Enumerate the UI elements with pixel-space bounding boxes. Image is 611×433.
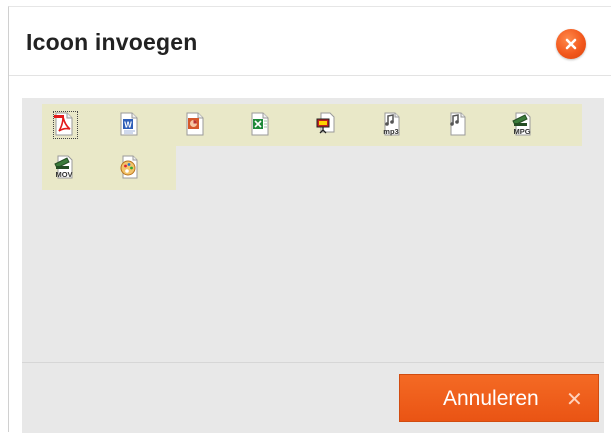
icon-option-mov[interactable]: MOV <box>42 149 82 185</box>
svg-text:mp3: mp3 <box>383 127 398 136</box>
close-button[interactable] <box>556 29 586 59</box>
cancel-button-label: Annuleren <box>443 387 539 410</box>
icon-option-presentation[interactable] <box>304 106 344 142</box>
icon-option-audio[interactable] <box>435 106 475 142</box>
icon-option-excel[interactable] <box>238 106 278 142</box>
powerpoint-file-icon <box>186 112 204 136</box>
cancel-x-icon: ✕ <box>566 389 583 411</box>
excel-file-icon <box>251 112 269 136</box>
icon-option-mpg[interactable]: MPG <box>500 106 540 142</box>
image-file-icon <box>120 155 138 179</box>
presentation-file-icon <box>316 112 335 134</box>
icon-picker-area: W mp3 MPG MOV <box>22 98 604 363</box>
insert-icon-dialog: Icoon invoegen W mp3 MPG MOV Annuleren ✕ <box>8 6 611 433</box>
icon-option-word[interactable]: W <box>107 106 147 142</box>
icon-option-powerpoint[interactable] <box>173 106 213 142</box>
pdf-file-icon <box>54 112 73 136</box>
icon-option-pdf[interactable] <box>42 106 82 142</box>
close-icon <box>565 38 577 50</box>
dialog-header: Icoon invoegen <box>9 7 611 76</box>
icon-grid: W mp3 MPG MOV <box>42 104 582 194</box>
mov-file-icon: MOV <box>54 155 73 179</box>
word-file-icon: W <box>120 112 138 136</box>
mp3-file-icon: mp3 <box>383 112 400 136</box>
mpg-file-icon: MPG <box>512 112 531 136</box>
svg-text:W: W <box>124 121 132 130</box>
svg-text:MOV: MOV <box>55 170 72 179</box>
dialog-footer: Annuleren ✕ <box>22 363 604 433</box>
cancel-button[interactable]: Annuleren ✕ <box>399 374 599 422</box>
icon-option-image[interactable] <box>107 149 147 185</box>
icon-option-mp3[interactable]: mp3 <box>369 106 409 142</box>
dialog-title: Icoon invoegen <box>26 29 198 55</box>
audio-file-icon <box>450 112 466 136</box>
svg-text:MPG: MPG <box>513 127 530 136</box>
